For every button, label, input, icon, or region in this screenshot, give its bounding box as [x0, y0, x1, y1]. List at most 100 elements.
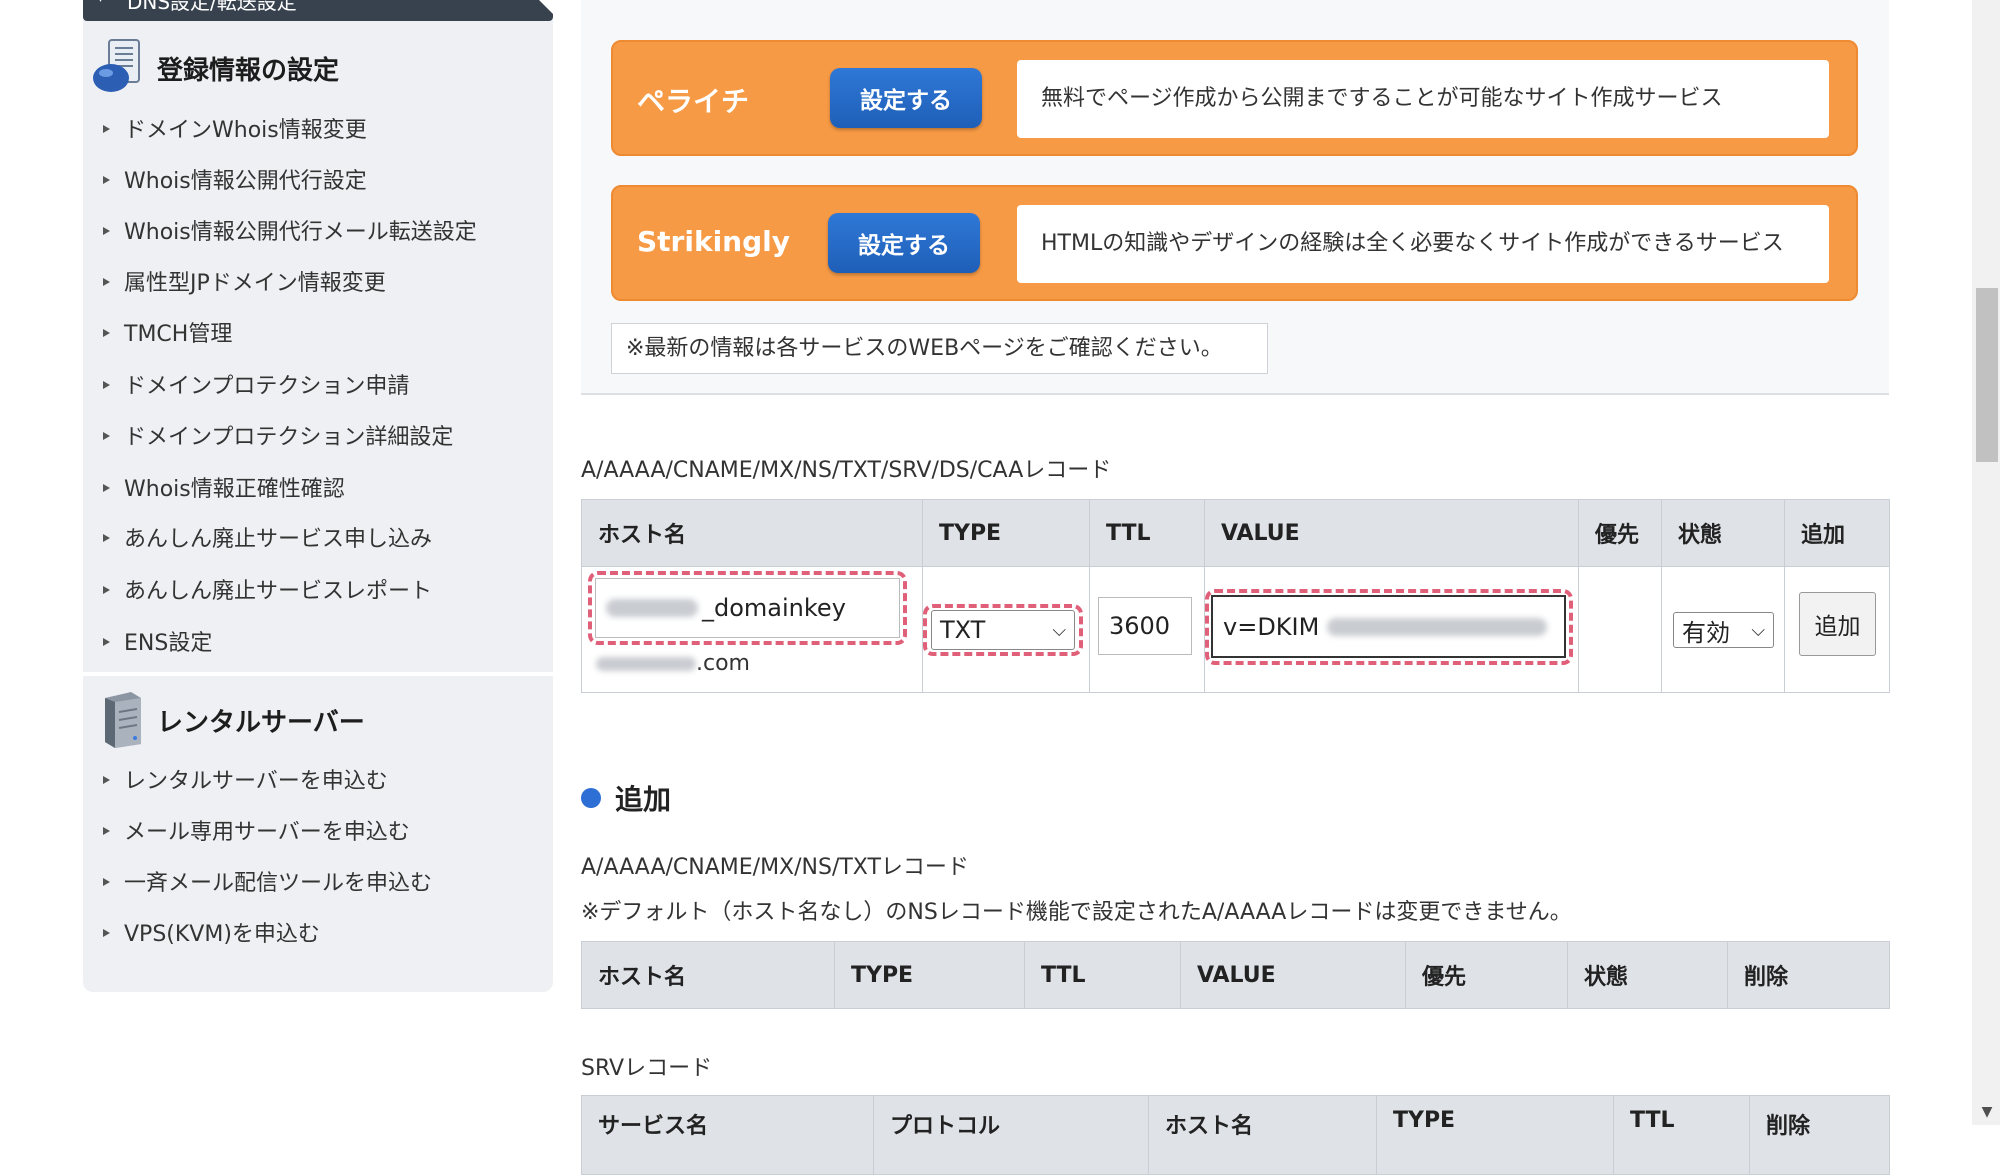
sidebar-item-vps-apply[interactable]: VPS(KVM)を申込む [103, 915, 320, 955]
column-header-host: ホスト名 [581, 941, 835, 1009]
sidebar-item-label: ドメインプロテクション申請 [124, 374, 410, 399]
bullet-icon [103, 176, 110, 184]
sidebar-item-rental-server-apply[interactable]: レンタルサーバーを申込む [103, 762, 388, 802]
bullet-icon [103, 432, 110, 440]
column-header-delete: 削除 [1749, 1095, 1890, 1175]
bullet-dot-icon [581, 788, 601, 808]
peraichi-setup-button[interactable]: 設定する [830, 68, 982, 128]
service-description: HTMLの知識やデザインの経験は全く必要なくサイト作成ができるサービス [1017, 205, 1829, 283]
service-card-peraichi: ペライチ 設定する 無料でページ作成から公開まですることが可能なサイト作成サービ… [611, 40, 1858, 156]
scrollbar-thumb[interactable] [1976, 288, 1998, 462]
host-input[interactable]: _domainkey [595, 578, 900, 638]
column-header-ttl: TTL [1024, 941, 1181, 1009]
sidebar-item-label: レンタルサーバーを申込む [124, 769, 388, 794]
strikingly-setup-button[interactable]: 設定する [828, 213, 980, 273]
redacted-text [596, 657, 696, 671]
add-record-button[interactable]: 追加 [1799, 592, 1876, 656]
host-input-value: _domainkey [702, 594, 846, 622]
ttl-input[interactable]: 3600 [1098, 597, 1192, 655]
scroll-down-arrow-icon[interactable]: ▼ [1976, 1104, 1998, 1122]
section-title-registration: 登録情報の設定 [157, 56, 340, 86]
sidebar-item-safe-abolition-report[interactable]: あんしん廃止サービスレポート [103, 572, 432, 612]
sidebar-section-registration: 登録情報の設定 [83, 32, 553, 102]
bullet-icon [103, 586, 110, 594]
sidebar-item-label: 一斉メール配信ツールを申込む [124, 871, 433, 896]
value-cell: v=DKIM [1204, 566, 1579, 693]
sidebar-item-whois-mail-forward[interactable]: Whois情報公開代行メール転送設定 [103, 213, 477, 253]
bullet-icon [103, 776, 110, 784]
sidebar-top-label: DNS設定/転送設定 [127, 0, 297, 14]
sidebar-item-label: Whois情報公開代行設定 [124, 169, 367, 194]
chevron-down-icon: ⌵ [1751, 620, 1765, 641]
srv-caption: SRVレコード [581, 1056, 713, 1081]
domain-suffix: .com [696, 651, 750, 676]
column-header-value: VALUE [1204, 499, 1579, 567]
sidebar-item-label: ドメインWhois情報変更 [124, 118, 367, 143]
server-icon [105, 692, 141, 748]
service-notice: ※最新の情報は各サービスのWEBページをご確認ください。 [611, 323, 1268, 374]
status-select[interactable]: 有効 ⌵ [1673, 612, 1774, 648]
value-input[interactable]: v=DKIM [1211, 595, 1566, 658]
sidebar-item-label: Whois情報公開代行メール転送設定 [124, 220, 477, 245]
add-cell: 追加 [1784, 566, 1890, 693]
column-header-host: ホスト名 [1148, 1095, 1377, 1175]
column-header-type: TYPE [1376, 1095, 1614, 1175]
sidebar-item-label: 属性型JPドメイン情報変更 [124, 271, 386, 296]
sidebar-item-whois-accuracy[interactable]: Whois情報正確性確認 [103, 470, 345, 510]
records-note: ※デフォルト（ホスト名なし）のNSレコード機能で設定されたA/AAAAレコードは… [581, 900, 1572, 925]
bullet-icon [103, 227, 110, 235]
service-card-strikingly: Strikingly 設定する HTMLの知識やデザインの経験は全く必要なくサイ… [611, 185, 1858, 301]
column-header-ttl: TTL [1613, 1095, 1750, 1175]
sidebar-item-label: VPS(KVM)を申込む [124, 922, 320, 947]
section-heading-label: 追加 [615, 783, 672, 816]
bullet-icon [103, 329, 110, 337]
column-header-service: サービス名 [581, 1095, 874, 1175]
bullet-icon [103, 534, 110, 542]
sidebar-item-domain-protection-apply[interactable]: ドメインプロテクション申請 [103, 367, 409, 407]
type-select[interactable]: TXT ⌵ [931, 610, 1075, 650]
sidebar-item-label: あんしん廃止サービスレポート [124, 579, 433, 604]
ttl-input-value: 3600 [1109, 612, 1171, 640]
sidebar-item-bulk-mail-apply[interactable]: 一斉メール配信ツールを申込む [103, 864, 432, 904]
column-header-ttl: TTL [1089, 499, 1205, 567]
add-record-table: ホスト名 TYPE TTL VALUE 優先 状態 追加 _domainkey … [581, 499, 1890, 693]
records-table: ホスト名 TYPE TTL VALUE 優先 状態 削除 [581, 941, 1890, 1009]
bullet-icon [103, 929, 110, 937]
add-form-caption: A/AAAA/CNAME/MX/NS/TXT/SRV/DS/CAAレコード [581, 458, 1112, 483]
redacted-text [1327, 617, 1548, 636]
section-title-rental-server: レンタルサーバー [157, 708, 365, 738]
sidebar-item-jp-domain-info[interactable]: 属性型JPドメイン情報変更 [103, 264, 386, 304]
column-header-delete: 削除 [1727, 941, 1890, 1009]
column-header-type: TYPE [834, 941, 1025, 1009]
sidebar-section-rental-server: レンタルサーバー [83, 684, 553, 754]
sidebar-item-domain-protection-settings[interactable]: ドメインプロテクション詳細設定 [103, 418, 453, 458]
sidebar-item-safe-abolition-apply[interactable]: あんしん廃止サービス申し込み [103, 520, 432, 560]
bullet-icon [103, 878, 110, 886]
sidebar-top-item[interactable]: ▾ DNS設定/転送設定 [83, 0, 553, 21]
section-divider [83, 672, 553, 676]
bullet-icon [103, 638, 110, 646]
sidebar-item-whois-proxy[interactable]: Whois情報公開代行設定 [103, 162, 367, 202]
sidebar-item-whois-change[interactable]: ドメインWhois情報変更 [103, 111, 367, 151]
sidebar-item-label: TMCH管理 [124, 322, 233, 347]
sidebar-item-tmch[interactable]: TMCH管理 [103, 315, 232, 355]
bullet-icon [103, 381, 110, 389]
sidebar-item-ens[interactable]: ENS設定 [103, 624, 212, 664]
column-header-status: 状態 [1567, 941, 1728, 1009]
corner-decoration [539, 0, 553, 14]
ttl-cell: 3600 [1089, 566, 1205, 693]
column-header-status: 状態 [1661, 499, 1785, 567]
column-header-add: 追加 [1784, 499, 1890, 567]
database-icon [93, 39, 140, 92]
status-select-value: 有効 [1682, 618, 1730, 647]
scrollbar-track[interactable] [1972, 0, 2000, 1125]
redacted-text [606, 599, 698, 617]
type-cell: TXT ⌵ [922, 566, 1090, 693]
sidebar-item-mail-server-apply[interactable]: メール専用サーバーを申込む [103, 813, 410, 853]
priority-cell [1578, 566, 1662, 693]
sidebar-item-label: Whois情報正確性確認 [124, 477, 345, 502]
type-select-value: TXT [940, 616, 986, 644]
records-caption: A/AAAA/CNAME/MX/NS/TXTレコード [581, 855, 969, 880]
column-header-protocol: プロトコル [873, 1095, 1149, 1175]
host-cell: _domainkey .com [581, 566, 923, 693]
